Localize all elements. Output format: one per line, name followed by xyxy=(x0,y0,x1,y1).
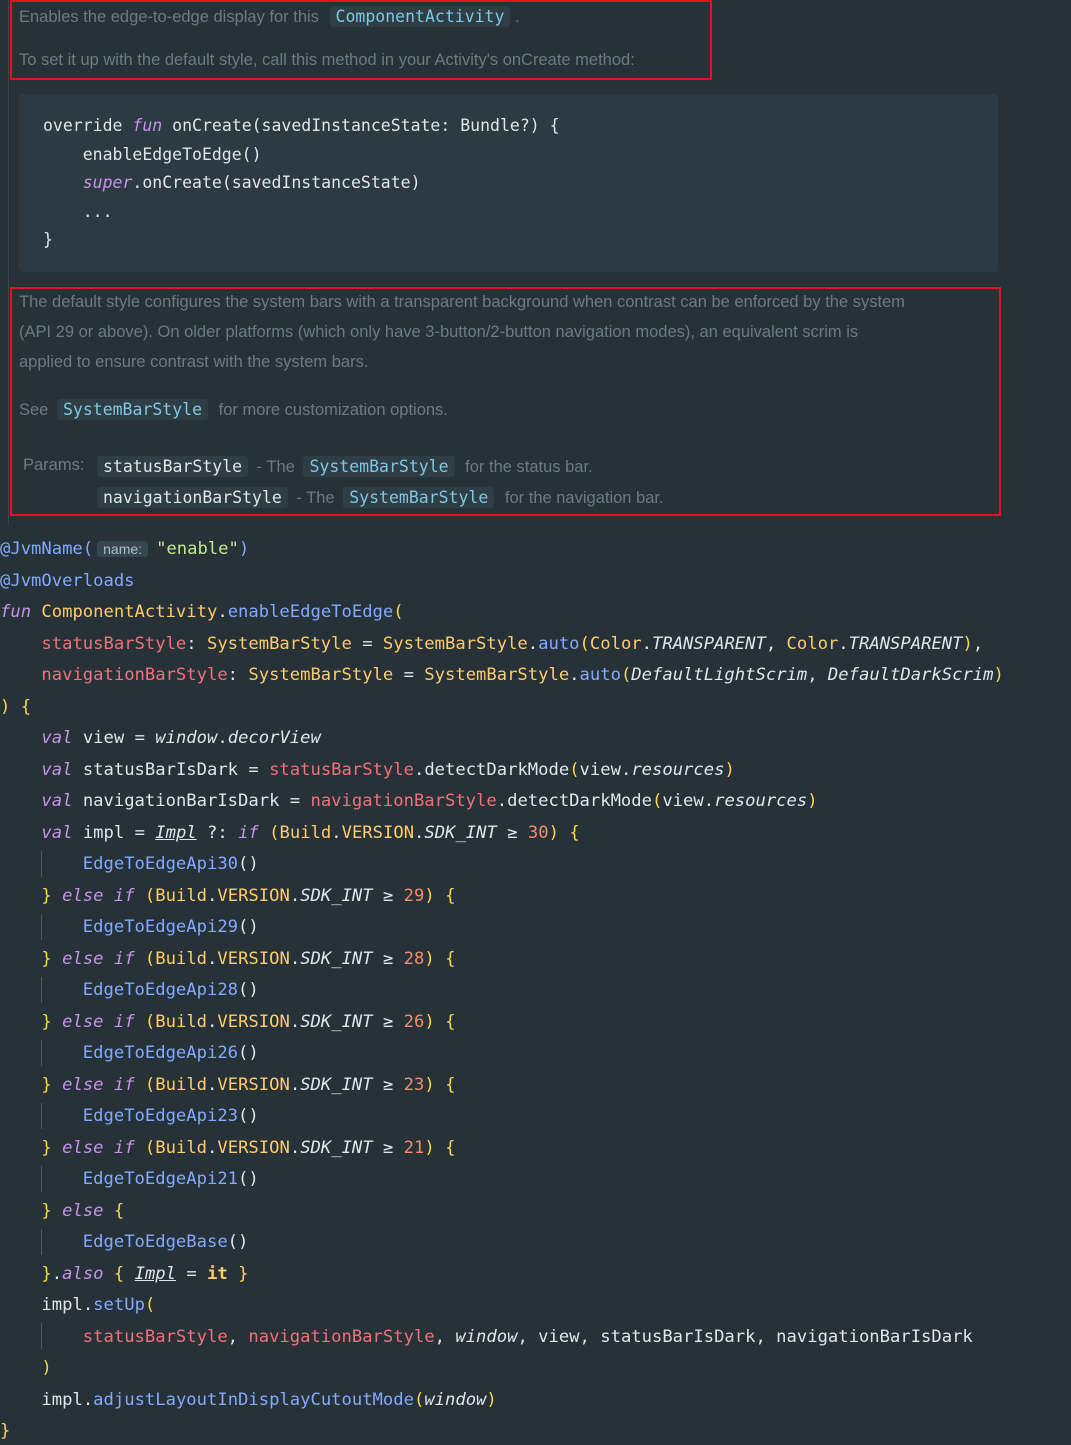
code-line-7: val view = window.decorView xyxy=(41,728,321,748)
code-line-20: } else if (Build.VERSION.SDK_INT ≥ 21) { xyxy=(41,1138,456,1158)
code-line-16: } else if (Build.VERSION.SDK_INT ≥ 26) { xyxy=(41,1012,456,1032)
doc-left-border xyxy=(8,0,9,525)
code-line-25: impl.setUp( xyxy=(41,1295,156,1315)
sample-line-3: super.onCreate(savedInstanceState) xyxy=(82,173,421,192)
code-line-24: }.also { Impl = it } xyxy=(41,1264,249,1284)
code-line-10: val impl = Impl ?: if (Build.VERSION.SDK… xyxy=(41,823,580,843)
parameter-hint: name: xyxy=(97,541,149,557)
code-line-3: fun ComponentActivity.enableEdgeToEdge( xyxy=(0,602,404,622)
code-editor[interactable]: @JvmName(name: "enable") @JvmOverloads fu… xyxy=(0,533,1071,1445)
sample-line-1: override fun onCreate(savedInstanceState… xyxy=(43,116,560,135)
code-line-18: } else if (Build.VERSION.SDK_INT ≥ 23) { xyxy=(41,1075,456,1095)
code-line-2: @JvmOverloads xyxy=(0,571,135,591)
code-line-28: impl.adjustLayoutInDisplayCutoutMode(win… xyxy=(41,1390,497,1410)
code-line-13: EdgeToEdgeApi29() xyxy=(82,917,259,937)
code-line-23: EdgeToEdgeBase() xyxy=(82,1232,249,1252)
code-line-17: EdgeToEdgeApi26() xyxy=(82,1043,259,1063)
code-line-15: EdgeToEdgeApi28() xyxy=(82,980,259,1000)
code-line-5: navigationBarStyle: SystemBarStyle = Sys… xyxy=(41,665,1004,685)
code-line-9: val navigationBarIsDark = navigationBarS… xyxy=(41,791,818,811)
sample-line-5: } xyxy=(43,230,53,249)
code-line-4: statusBarStyle: SystemBarStyle = SystemB… xyxy=(41,634,984,654)
code-line-22: } else { xyxy=(41,1201,125,1221)
sample-code-block: override fun onCreate(savedInstanceState… xyxy=(19,94,998,272)
code-line-11: EdgeToEdgeApi30() xyxy=(82,854,259,874)
code-line-1: @JvmName(name: "enable") xyxy=(0,539,250,559)
code-line-14: } else if (Build.VERSION.SDK_INT ≥ 28) { xyxy=(41,949,456,969)
highlight-box-top xyxy=(10,0,712,80)
code-line-6: ) { xyxy=(0,697,32,717)
code-line-27: ) xyxy=(41,1358,52,1378)
kdoc-panel: Enables the edge-to-edge display for thi… xyxy=(0,0,1071,525)
code-line-8: val statusBarIsDark = statusBarStyle.det… xyxy=(41,760,735,780)
code-line-12: } else if (Build.VERSION.SDK_INT ≥ 29) { xyxy=(41,886,456,906)
code-line-26: statusBarStyle, navigationBarStyle, wind… xyxy=(82,1327,973,1347)
code-line-21: EdgeToEdgeApi21() xyxy=(82,1169,259,1189)
code-line-29: } xyxy=(0,1421,11,1441)
sample-line-2: enableEdgeToEdge() xyxy=(43,145,262,164)
highlight-box-bottom xyxy=(10,287,1001,516)
sample-line-4: ... xyxy=(43,202,113,221)
code-line-19: EdgeToEdgeApi23() xyxy=(82,1106,259,1126)
